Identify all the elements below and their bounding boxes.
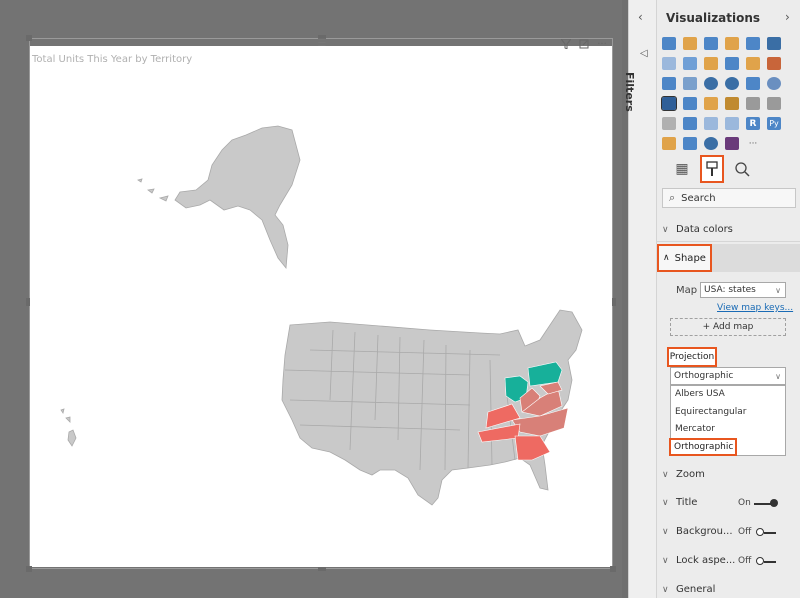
data-colors-label: Data colors [676, 224, 733, 235]
search-icon: ⌕ [669, 191, 676, 204]
gauge-icon[interactable] [725, 97, 739, 110]
aleutian-islands-shape [137, 178, 169, 202]
visualizations-title: Visualizations [666, 11, 761, 25]
section-general[interactable]: ∨ General [662, 584, 715, 595]
title-label: Title [676, 497, 698, 508]
python-visual-icon[interactable]: Py [767, 117, 781, 130]
100-stacked-column-icon[interactable] [767, 37, 781, 50]
100-stacked-bar-icon[interactable] [746, 37, 760, 50]
collapse-filters-icon[interactable]: ‹ [638, 10, 643, 24]
clustered-column-icon[interactable] [725, 37, 739, 50]
option-mercator[interactable]: Mercator [675, 424, 715, 434]
stacked-area-icon[interactable] [704, 57, 718, 70]
background-toggle-knob[interactable] [756, 528, 764, 536]
filter-funnel-icon: ◁ [640, 48, 648, 59]
alaska-shape [174, 125, 301, 270]
lock-aspect-toggle-state: Off [738, 556, 752, 566]
custom-visual-icon[interactable] [725, 137, 739, 150]
hawaii-shape [60, 408, 77, 447]
card-icon[interactable] [746, 97, 760, 110]
zoom-label: Zoom [676, 469, 705, 480]
line-chart-icon[interactable] [662, 57, 676, 70]
stacked-bar-icon[interactable] [662, 37, 676, 50]
chevron-down-icon: ∨ [662, 469, 669, 480]
resize-handle-tl[interactable] [26, 35, 32, 41]
map-select[interactable]: USA: states ∨ [700, 282, 786, 298]
section-shape[interactable]: ∧ Shape [657, 244, 712, 272]
analytics-tab[interactable] [730, 155, 754, 183]
filters-label[interactable]: Filters [623, 72, 636, 112]
projection-select[interactable]: Orthographic ∨ [670, 367, 786, 385]
waterfall-icon[interactable] [662, 77, 676, 90]
title-toggle-state: On [738, 498, 751, 508]
scatter-icon[interactable] [683, 77, 697, 90]
clustered-bar-icon[interactable] [704, 37, 718, 50]
chevron-down-icon: ∨ [662, 584, 669, 595]
chevron-down-icon: ∨ [662, 497, 669, 508]
chevron-down-icon: ∨ [775, 371, 781, 381]
chevron-down-icon: ∨ [662, 224, 669, 235]
line-stacked-column-icon[interactable] [746, 57, 760, 70]
ribbon-chart-icon[interactable] [767, 57, 781, 70]
chevron-up-icon: ∧ [663, 253, 670, 263]
key-influencers-icon[interactable] [662, 137, 676, 150]
shape-label: Shape [674, 252, 706, 264]
filled-map-icon[interactable] [661, 96, 677, 111]
format-tab[interactable] [700, 155, 724, 183]
r-visual-icon[interactable]: R [746, 117, 760, 130]
visual-type-gallery: R Py ··· [661, 37, 783, 153]
lock-aspect-toggle-track[interactable] [764, 561, 776, 563]
chevron-down-icon: ∨ [775, 285, 781, 295]
funnel-icon[interactable] [683, 97, 697, 110]
qa-icon[interactable] [704, 137, 718, 150]
title-toggle-knob[interactable] [770, 499, 778, 507]
area-chart-icon[interactable] [683, 57, 697, 70]
treemap-icon[interactable] [746, 77, 760, 90]
format-search-box[interactable]: ⌕ Search [662, 188, 796, 208]
background-label: Backgrou... [676, 526, 733, 537]
stacked-column-icon[interactable] [683, 37, 697, 50]
slicer-icon[interactable] [683, 117, 697, 130]
add-map-button[interactable]: + Add map [670, 318, 786, 336]
option-albers-usa[interactable]: Albers USA [675, 389, 725, 399]
section-lock-aspect[interactable]: ∨ Lock aspe... [662, 555, 735, 566]
globe-map-icon[interactable] [767, 77, 781, 90]
pane-tabs: ▦ [670, 155, 754, 183]
lock-aspect-toggle-knob[interactable] [756, 557, 764, 565]
chevron-down-icon: ∨ [662, 526, 669, 537]
pie-icon[interactable] [704, 77, 718, 90]
chevron-down-icon: ∨ [662, 555, 669, 566]
search-placeholder: Search [681, 192, 716, 204]
section-background[interactable]: ∨ Backgrou... [662, 526, 733, 537]
projection-label: Projection [667, 347, 717, 367]
us-states-map[interactable] [29, 46, 613, 567]
fields-tab[interactable]: ▦ [670, 155, 694, 183]
lock-aspect-label: Lock aspe... [676, 555, 736, 566]
section-zoom[interactable]: ∨ Zoom [662, 469, 705, 480]
background-toggle-state: Off [738, 527, 752, 537]
shape-map-icon[interactable] [704, 97, 718, 110]
section-title[interactable]: ∨ Title [662, 497, 697, 508]
collapse-visualizations-icon[interactable]: › [785, 10, 790, 24]
view-map-keys-link[interactable]: View map keys... [717, 303, 793, 313]
donut-icon[interactable] [725, 77, 739, 90]
line-column-icon[interactable] [725, 57, 739, 70]
decomposition-tree-icon[interactable] [683, 137, 697, 150]
section-data-colors[interactable]: ∨ Data colors [662, 224, 733, 235]
multi-row-card-icon[interactable] [767, 97, 781, 110]
more-visuals-icon[interactable]: ··· [746, 137, 760, 150]
matrix-icon[interactable] [725, 117, 739, 130]
option-equirectangular[interactable]: Equirectangular [675, 407, 746, 417]
kpi-icon[interactable] [662, 117, 676, 130]
option-orthographic[interactable]: Orthographic [669, 438, 737, 456]
resize-handle-bm[interactable] [318, 567, 326, 571]
background-toggle-track[interactable] [764, 532, 776, 534]
map-label: Map [676, 285, 698, 296]
table-icon[interactable] [704, 117, 718, 130]
general-label: General [676, 584, 716, 595]
